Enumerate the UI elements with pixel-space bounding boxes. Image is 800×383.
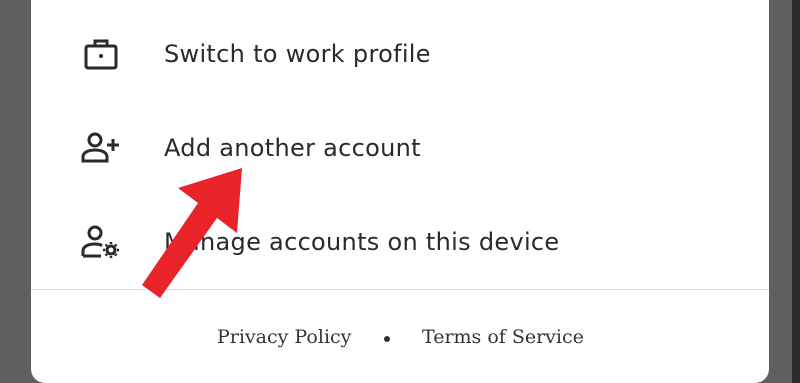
terms-of-service-link[interactable]: Terms of Service bbox=[422, 326, 584, 348]
manage-accounts-label: Manage accounts on this device bbox=[164, 228, 560, 256]
footer-links: Privacy Policy Terms of Service bbox=[31, 320, 769, 360]
footer-divider bbox=[31, 289, 769, 290]
privacy-policy-link[interactable]: Privacy Policy bbox=[217, 326, 351, 348]
add-another-account-item[interactable]: Add another account bbox=[31, 104, 769, 192]
background-edge bbox=[792, 0, 800, 383]
add-another-account-label: Add another account bbox=[164, 134, 421, 162]
person-add-icon bbox=[81, 128, 121, 168]
switch-to-work-profile-label: Switch to work profile bbox=[164, 40, 431, 68]
manage-accounts-icon bbox=[81, 222, 121, 262]
switch-to-work-profile-item[interactable]: Switch to work profile bbox=[31, 10, 769, 98]
briefcase-icon bbox=[81, 34, 121, 74]
account-menu-sheet: Switch to work profile Add another accou… bbox=[31, 0, 769, 383]
footer-separator-dot bbox=[384, 336, 390, 342]
manage-accounts-item[interactable]: Manage accounts on this device bbox=[31, 198, 769, 286]
